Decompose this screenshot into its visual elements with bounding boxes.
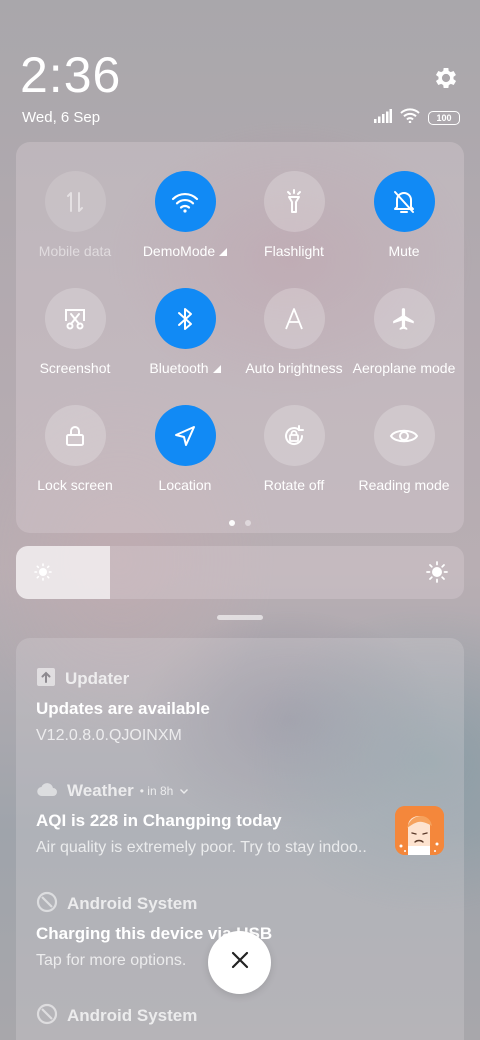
tile-label: Flashlight <box>264 243 324 259</box>
notification-time: • in 8h <box>139 784 174 798</box>
eye-icon <box>373 405 435 466</box>
tile-reading-mode[interactable]: Reading mode <box>349 405 459 493</box>
tile-label: Rotate off <box>263 477 325 493</box>
expand-triangle-icon <box>212 365 221 373</box>
lock-icon <box>44 405 106 466</box>
tile-rotate-off[interactable]: Rotate off <box>239 405 349 493</box>
notification-body: Air quality is extremely poor. Try to st… <box>36 839 367 856</box>
battery-icon: 100 <box>428 111 460 125</box>
mobile-data-icon <box>44 171 106 232</box>
android-system-icon <box>36 891 58 918</box>
weather-face-icon <box>395 806 444 855</box>
chevron-down-icon[interactable] <box>179 782 189 800</box>
expand-triangle-icon <box>219 248 228 256</box>
brightness-low-icon <box>34 563 52 586</box>
tile-label: Reading mode <box>358 477 450 493</box>
status-bar: 100 <box>374 108 460 128</box>
notification-weather[interactable]: Weather • in 8h AQI is 228 in Changping … <box>36 780 444 857</box>
signal-icon <box>374 108 392 128</box>
tile-mobile-data[interactable]: Mobile data <box>20 171 130 259</box>
tile-screenshot[interactable]: Screenshot <box>20 288 130 376</box>
screenshot-icon <box>44 288 106 349</box>
brightness-slider[interactable] <box>16 546 464 599</box>
tile-lock-screen[interactable]: Lock screen <box>20 405 130 493</box>
clear-all-button[interactable] <box>208 931 271 994</box>
location-icon <box>154 405 216 466</box>
settings-gear-icon[interactable] <box>432 64 460 92</box>
notification-body: V12.0.8.0.QJOINXM <box>36 727 182 744</box>
tile-bluetooth[interactable]: Bluetooth <box>130 288 240 376</box>
date: Wed, 6 Sep <box>22 109 101 126</box>
tile-label: Lock screen <box>37 477 113 493</box>
page-indicator <box>16 520 464 526</box>
updater-icon <box>36 667 56 692</box>
rotate-icon <box>263 405 325 466</box>
cloud-icon <box>36 780 58 803</box>
notification-android-system[interactable]: Android System <box>36 1003 444 1030</box>
notification-app-name: Android System <box>67 1006 198 1025</box>
tile-flashlight[interactable]: Flashlight <box>239 171 349 259</box>
tile-label: Bluetooth <box>149 360 209 376</box>
wifi-icon <box>154 171 216 232</box>
brightness-fill <box>16 546 111 599</box>
brightness-high-icon <box>426 561 448 588</box>
tile-aeroplane-mode[interactable]: Aeroplane mode <box>349 288 459 376</box>
mute-bell-icon <box>373 171 435 232</box>
flashlight-icon <box>263 171 325 232</box>
tile-label: Location <box>158 477 212 493</box>
page-dot-active <box>229 520 235 526</box>
clock: 2:36 <box>20 47 122 103</box>
bluetooth-icon <box>154 288 216 349</box>
notification-app-name: Android System <box>67 894 198 913</box>
tile-label: Aeroplane mode <box>352 360 456 376</box>
tile-wifi-demomode[interactable]: DemoMode <box>130 171 240 259</box>
tile-label: Auto brightness <box>245 360 343 376</box>
notification-app-name: Updater <box>65 669 130 688</box>
aeroplane-icon <box>373 288 435 349</box>
tile-label: Screenshot <box>39 360 111 376</box>
android-system-icon <box>36 1003 58 1030</box>
tile-location[interactable]: Location <box>130 405 240 493</box>
quick-settings-panel: Mobile data DemoMode Flashlight Mute Scr… <box>16 142 464 533</box>
auto-brightness-icon <box>263 288 325 349</box>
tile-label: DemoMode <box>142 243 216 259</box>
close-icon <box>231 951 249 974</box>
notification-app-name: Weather <box>67 781 134 800</box>
page-dot[interactable] <box>245 520 251 526</box>
tile-label: Mobile data <box>38 243 112 259</box>
tile-label: Mute <box>388 243 420 259</box>
notification-title: Updates are available <box>36 699 210 718</box>
wifi-status-icon <box>400 108 420 128</box>
notification-updater[interactable]: Updater Updates are available V12.0.8.0.… <box>36 667 444 745</box>
tile-auto-brightness[interactable]: Auto brightness <box>239 288 349 376</box>
tile-mute[interactable]: Mute <box>349 171 459 259</box>
drag-handle[interactable] <box>217 615 263 620</box>
notification-title: AQI is 228 in Changping today <box>36 811 282 830</box>
